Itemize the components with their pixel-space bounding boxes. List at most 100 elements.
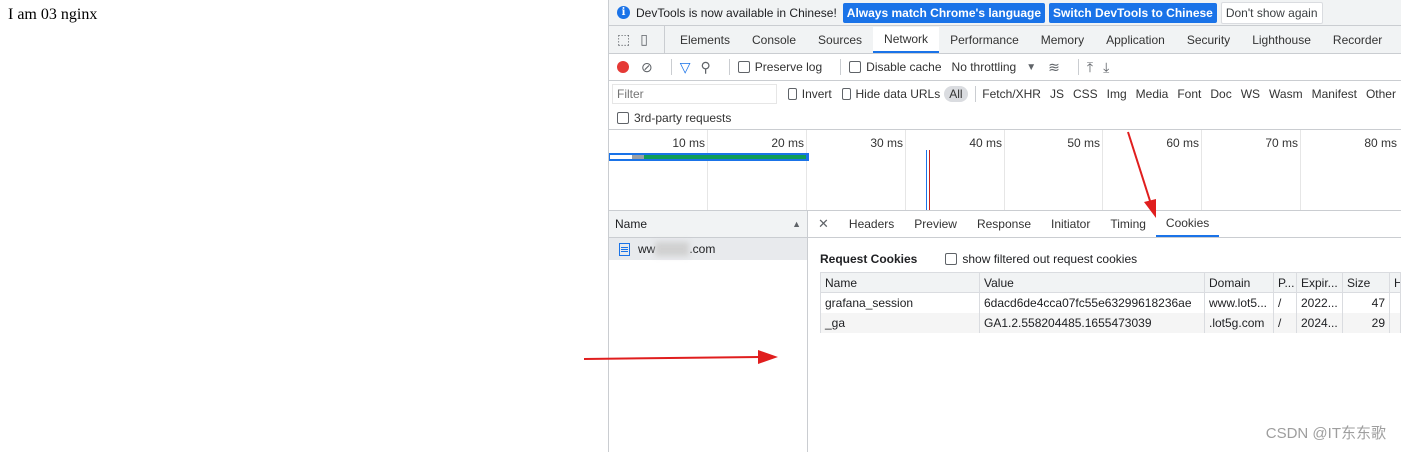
inspect-element-icon[interactable]: ⬚ xyxy=(617,31,630,48)
detail-tab-timing[interactable]: Timing xyxy=(1100,211,1156,237)
filter-type-fetch-xhr[interactable]: Fetch/XHR xyxy=(979,86,1044,102)
tab-security[interactable]: Security xyxy=(1176,27,1241,53)
timeline-tick: 80 ms xyxy=(1364,136,1397,150)
devtools-panel: i DevTools is now available in Chinese! … xyxy=(608,0,1401,452)
lower-split: Name ▲ ww .com ✕ Headers Preview Respons… xyxy=(609,211,1401,452)
redacted-blur xyxy=(655,242,690,256)
filter-icon[interactable]: ▽ xyxy=(680,59,691,76)
show-filtered-label: show filtered out request cookies xyxy=(962,252,1138,266)
column-header-domain[interactable]: Domain xyxy=(1204,272,1274,293)
column-header-httponly[interactable]: H xyxy=(1389,272,1401,293)
column-header-value[interactable]: Value xyxy=(979,272,1205,293)
watermark: CSDN @IT东东歌 xyxy=(1265,425,1386,442)
timeline-overview[interactable]: 10 ms 20 ms 30 ms 40 ms 50 ms 60 ms 70 m… xyxy=(609,130,1401,211)
dom-content-loaded-marker xyxy=(926,150,927,210)
table-row[interactable]: _ga GA1.2.558204485.1655473039 .lot5g.co… xyxy=(820,313,1401,333)
timeline-tick: 60 ms xyxy=(1166,136,1199,150)
preserve-log-checkbox[interactable] xyxy=(737,61,750,73)
request-row[interactable]: ww .com xyxy=(609,238,807,260)
detail-tab-headers[interactable]: Headers xyxy=(839,211,904,237)
close-icon[interactable]: ✕ xyxy=(818,216,829,232)
preserve-log-label: Preserve log xyxy=(754,60,823,74)
filter-type-other[interactable]: Other xyxy=(1363,86,1399,102)
tab-performance[interactable]: Performance xyxy=(939,27,1030,53)
tab-memory[interactable]: Memory xyxy=(1030,27,1095,53)
timeline-tick: 30 ms xyxy=(870,136,903,150)
detail-tab-cookies[interactable]: Cookies xyxy=(1155,211,1220,237)
info-icon: i xyxy=(617,6,630,19)
disable-cache-label: Disable cache xyxy=(866,60,942,74)
filter-type-media[interactable]: Media xyxy=(1133,86,1172,102)
detail-tab-bar: ✕ Headers Preview Response Initiator Tim… xyxy=(808,211,1401,238)
tab-elements[interactable]: Elements xyxy=(669,27,741,53)
third-party-checkbox[interactable] xyxy=(617,112,629,124)
third-party-row: 3rd-party requests xyxy=(609,107,1401,130)
search-icon[interactable]: ⚲ xyxy=(701,59,711,76)
load-event-marker xyxy=(929,150,930,210)
column-header-expires[interactable]: Expir... xyxy=(1296,272,1343,293)
filter-type-js[interactable]: JS xyxy=(1047,86,1067,102)
detail-tab-initiator[interactable]: Initiator xyxy=(1041,211,1100,237)
filter-type-wasm[interactable]: Wasm xyxy=(1266,86,1306,102)
hide-data-urls-label: Hide data URLs xyxy=(855,87,941,101)
network-toolbar: ⊘ ▽ ⚲ Preserve log Disable cache No thro… xyxy=(609,54,1401,81)
request-cookies-title: Request Cookies xyxy=(820,252,918,266)
show-filtered-checkbox[interactable] xyxy=(945,253,958,265)
match-language-button[interactable]: Always match Chrome's language xyxy=(842,2,1046,23)
request-name-suffix: .com xyxy=(689,242,716,256)
network-conditions-icon[interactable]: ≋ xyxy=(1048,59,1060,76)
filter-type-all[interactable]: All xyxy=(944,86,968,102)
import-har-icon[interactable]: ⤒ xyxy=(1087,59,1093,76)
cookies-section: Request Cookies show filtered out reques… xyxy=(808,238,1401,333)
tab-application[interactable]: Application xyxy=(1095,27,1176,53)
timeline-tick: 40 ms xyxy=(969,136,1002,150)
document-icon xyxy=(619,242,630,256)
invert-label: Invert xyxy=(801,87,832,101)
dont-show-again-button[interactable]: Don't show again xyxy=(1220,1,1323,24)
timeline-tick: 20 ms xyxy=(771,136,804,150)
filter-type-img[interactable]: Img xyxy=(1104,86,1130,102)
export-har-icon[interactable]: ⤓ xyxy=(1103,59,1109,76)
column-header-name[interactable]: Name xyxy=(820,272,980,293)
column-header-path[interactable]: P... xyxy=(1273,272,1297,293)
page-body-text: I am 03 nginx xyxy=(8,6,98,23)
chevron-down-icon[interactable]: ▼ xyxy=(1026,62,1036,73)
column-header-size[interactable]: Size xyxy=(1342,272,1390,293)
tab-sources[interactable]: Sources xyxy=(807,27,873,53)
infobar-message: DevTools is now available in Chinese! xyxy=(636,5,837,20)
timeline-tick: 70 ms xyxy=(1265,136,1298,150)
detail-tab-preview[interactable]: Preview xyxy=(904,211,967,237)
filter-type-manifest[interactable]: Manifest xyxy=(1309,86,1360,102)
timeline-tick: 50 ms xyxy=(1067,136,1100,150)
table-row[interactable]: grafana_session 6dacd6de4cca07fc55e63299… xyxy=(820,292,1401,313)
name-column-header[interactable]: Name ▲ xyxy=(609,211,807,238)
filter-type-font[interactable]: Font xyxy=(1174,86,1204,102)
request-name-prefix: ww xyxy=(638,242,656,256)
request-details: ✕ Headers Preview Response Initiator Tim… xyxy=(808,211,1401,452)
tab-lighthouse[interactable]: Lighthouse xyxy=(1241,27,1322,53)
third-party-label: 3rd-party requests xyxy=(634,111,732,125)
tab-network[interactable]: Network xyxy=(873,27,940,53)
timeline-tick: 10 ms xyxy=(672,136,705,150)
record-icon[interactable] xyxy=(617,61,629,73)
main-tab-bar: ⬚ ▯ Elements Console Sources Network Per… xyxy=(609,26,1401,54)
switch-chinese-button[interactable]: Switch DevTools to Chinese xyxy=(1049,2,1217,23)
language-infobar: i DevTools is now available in Chinese! … xyxy=(609,0,1401,26)
cookies-table: Name Value Domain P... Expir... Size H g… xyxy=(820,272,1401,333)
throttling-select[interactable]: No throttling xyxy=(952,60,1017,74)
filter-row: Invert Hide data URLs All Fetch/XHR JS C… xyxy=(609,81,1401,107)
clear-icon[interactable]: ⊘ xyxy=(641,59,653,76)
disable-cache-checkbox[interactable] xyxy=(849,61,862,73)
invert-checkbox[interactable] xyxy=(788,88,797,100)
hide-data-urls-checkbox[interactable] xyxy=(841,88,851,100)
tab-console[interactable]: Console xyxy=(741,27,807,53)
filter-type-css[interactable]: CSS xyxy=(1070,86,1101,102)
sort-asc-icon: ▲ xyxy=(792,219,801,229)
filter-type-ws[interactable]: WS xyxy=(1238,86,1263,102)
filter-input[interactable] xyxy=(612,84,777,104)
request-list: Name ▲ ww .com xyxy=(609,211,808,452)
tab-recorder[interactable]: Recorder xyxy=(1322,27,1393,53)
filter-type-doc[interactable]: Doc xyxy=(1207,86,1234,102)
detail-tab-response[interactable]: Response xyxy=(967,211,1041,237)
device-toolbar-icon[interactable]: ▯ xyxy=(640,31,648,48)
